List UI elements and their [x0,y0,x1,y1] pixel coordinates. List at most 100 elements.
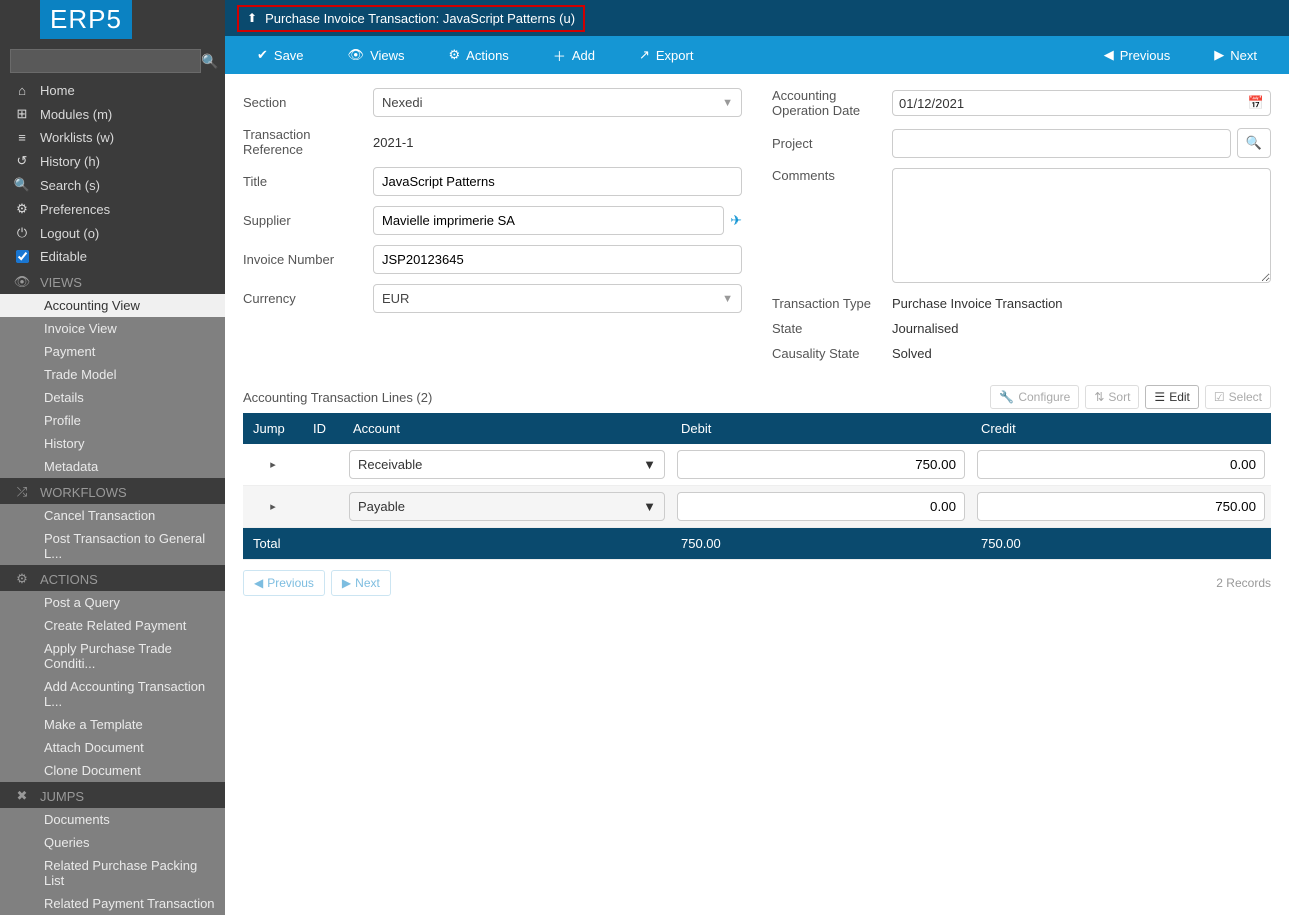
nav-label: Home [40,83,75,98]
jump-rpt[interactable]: Related Payment Transaction [0,892,225,915]
nav-label: Worklists (w) [40,130,114,145]
jump-link[interactable]: ▸ [243,486,303,528]
eye-icon: 👁 [348,47,365,63]
invoice-input[interactable] [373,245,742,274]
credit-input[interactable] [977,492,1265,521]
search-icon: 🔍 [14,177,30,193]
editable-checkbox[interactable] [16,250,29,263]
total-label: Total [243,528,671,560]
right-column: Accounting Operation Date 01/12/2021📅 Pr… [772,88,1271,371]
col-debit[interactable]: Debit [671,413,971,444]
nav-logout[interactable]: ⏻ Logout (o) [0,221,225,245]
account-select[interactable]: Payable▼ [349,492,665,521]
txtype-value: Purchase Invoice Transaction [892,296,1271,311]
nav-label: Search (s) [40,178,100,193]
home-icon: ⌂ [14,83,30,98]
table-row: ▸ Receivable▼ [243,444,1271,486]
nav-label: Logout (o) [40,226,99,241]
export-button[interactable]: ↗Export [617,47,715,63]
view-metadata[interactable]: Metadata [0,455,225,478]
state-label: State [772,321,892,336]
jump-link[interactable]: ▸ [243,444,303,486]
section-workflows: ⤮WORKFLOWS [0,478,225,504]
col-credit[interactable]: Credit [971,413,1271,444]
supplier-input[interactable] [373,206,724,235]
total-debit: 750.00 [671,528,971,560]
jumps-icon: ✖ [14,788,30,804]
view-accounting[interactable]: Accounting View [0,294,225,317]
title-bar: ⬆ Purchase Invoice Transaction: JavaScri… [225,0,1289,36]
currency-select[interactable]: EUR▼ [373,284,742,313]
state-value: Journalised [892,321,1271,336]
act-attach-doc[interactable]: Attach Document [0,736,225,759]
act-add-atl[interactable]: Add Accounting Transaction L... [0,675,225,713]
actions-button[interactable]: ⚙Actions [427,47,531,63]
wf-post-gl[interactable]: Post Transaction to General L... [0,527,225,565]
nav-history[interactable]: ↺History (h) [0,149,225,173]
nav-editable[interactable]: Editable [0,245,225,268]
page-title[interactable]: Purchase Invoice Transaction: JavaScript… [265,11,575,26]
view-profile[interactable]: Profile [0,409,225,432]
wrench-icon: 🔧 [999,390,1014,404]
check-icon: ✔ [257,47,268,63]
act-clone-doc[interactable]: Clone Document [0,759,225,782]
title-label: Title [243,174,373,189]
credit-input[interactable] [977,450,1265,479]
share-icon: ↗ [639,47,650,63]
workflows-icon: ⤮ [14,484,30,500]
title-input[interactable] [373,167,742,196]
sidebar-search-button[interactable]: 🔍 [201,49,218,73]
nav-preferences[interactable]: ⚙Preferences [0,197,225,221]
debit-input[interactable] [677,492,965,521]
nav-worklists[interactable]: ≡Worklists (w) [0,126,225,149]
add-button[interactable]: ＋Add [531,46,617,65]
chevron-down-icon: ▼ [643,499,656,514]
project-label: Project [772,136,892,151]
act-apply-ptc[interactable]: Apply Purchase Trade Conditi... [0,637,225,675]
select-button[interactable]: ☑Select [1205,385,1271,409]
col-account[interactable]: Account [343,413,671,444]
plane-icon[interactable]: ✈ [730,212,742,229]
section-label: Section [243,95,373,110]
sort-button[interactable]: ⇅Sort [1085,385,1139,409]
save-button[interactable]: ✔Save [235,47,326,63]
nav-home[interactable]: ⌂ Home [0,79,225,102]
edit-button[interactable]: ☰Edit [1145,385,1198,409]
wf-cancel[interactable]: Cancel Transaction [0,504,225,527]
act-make-template[interactable]: Make a Template [0,713,225,736]
jump-queries[interactable]: Queries [0,831,225,854]
jump-documents[interactable]: Documents [0,808,225,831]
views-button[interactable]: 👁Views [326,47,427,63]
account-select[interactable]: Receivable▼ [349,450,665,479]
section-select[interactable]: Nexedi▼ [373,88,742,117]
logout-icon: ⏻ [14,225,30,241]
view-invoice[interactable]: Invoice View [0,317,225,340]
act-create-payment[interactable]: Create Related Payment [0,614,225,637]
view-history[interactable]: History [0,432,225,455]
previous-button[interactable]: ◀Previous [1082,47,1193,63]
next-button[interactable]: ▶Next [1192,47,1279,63]
nav-search[interactable]: 🔍 Search (s) [0,173,225,197]
calendar-icon: 📅 [1248,95,1264,111]
sidebar-search-input[interactable] [10,49,201,73]
col-id[interactable]: ID [303,413,343,444]
list-icon: ☰ [1154,390,1165,404]
configure-button[interactable]: 🔧Configure [990,385,1079,409]
opdate-input[interactable]: 01/12/2021📅 [892,90,1271,116]
project-input[interactable] [892,129,1231,158]
act-post-query[interactable]: Post a Query [0,591,225,614]
view-details[interactable]: Details [0,386,225,409]
project-search-button[interactable]: 🔍 [1237,128,1271,158]
view-trademodel[interactable]: Trade Model [0,363,225,386]
up-arrow-icon[interactable]: ⬆ [247,11,257,25]
col-jump[interactable]: Jump [243,413,303,444]
pager-next-button[interactable]: ▶Next [331,570,391,596]
comments-textarea[interactable] [892,168,1271,283]
records-count: 2 Records [1216,576,1271,590]
nav-modules[interactable]: ⊞Modules (m) [0,102,225,126]
jump-rppl[interactable]: Related Purchase Packing List [0,854,225,892]
view-payment[interactable]: Payment [0,340,225,363]
pager-previous-button[interactable]: ◀Previous [243,570,325,596]
debit-input[interactable] [677,450,965,479]
chevron-down-icon: ▼ [643,457,656,472]
